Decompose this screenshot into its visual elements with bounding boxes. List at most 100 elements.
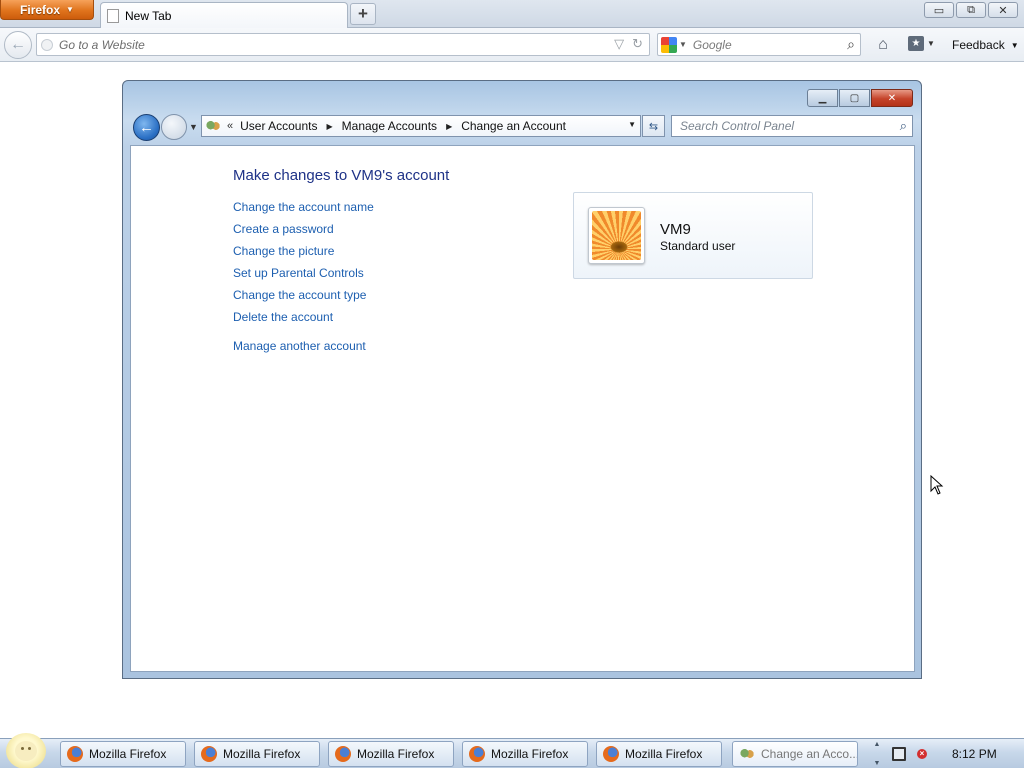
create-password-link[interactable]: Create a password	[233, 222, 374, 244]
chevron-right-icon[interactable]: ▶	[446, 122, 452, 131]
firefox-icon	[603, 746, 619, 762]
manage-another-account-link[interactable]: Manage another account	[233, 339, 366, 353]
taskbar-item-change-account[interactable]: Change an Acco...	[732, 741, 858, 767]
taskbar-scroll[interactable]: ▲ ▼	[872, 741, 882, 767]
globe-icon	[41, 38, 53, 51]
change-account-name-link[interactable]: Change the account name	[233, 200, 374, 222]
breadcrumb-manage-accounts[interactable]: Manage Accounts	[342, 119, 437, 133]
maximize-icon: ▢	[849, 92, 860, 104]
muted-icon: ×	[917, 749, 927, 759]
start-orb-icon	[15, 741, 37, 761]
recent-pages-dropdown[interactable]: ▼	[189, 122, 198, 132]
restore-button[interactable]: ⧉	[956, 2, 986, 18]
taskbar-item-label: Mozilla Firefox	[223, 747, 301, 761]
flower-icon	[592, 211, 641, 260]
taskbar: Mozilla Firefox Mozilla Firefox Mozilla …	[0, 733, 1024, 768]
taskbar-item-firefox[interactable]: Mozilla Firefox	[596, 741, 722, 767]
account-name: VM9	[660, 221, 691, 238]
taskbar-item-label: Change an Acco...	[761, 747, 858, 761]
search-icon[interactable]: ⌕	[847, 36, 855, 53]
feedback-label: Feedback	[952, 38, 1005, 52]
chevron-down-icon[interactable]: ▼	[679, 40, 687, 49]
breadcrumb-change-account[interactable]: Change an Account	[461, 119, 566, 133]
restore-icon: ⧉	[967, 3, 975, 16]
breadcrumb-user-accounts[interactable]: User Accounts	[240, 119, 317, 133]
clock[interactable]: 8:12 PM	[952, 747, 997, 761]
firefox-icon	[201, 746, 217, 762]
refresh-button[interactable]: ⇆	[642, 115, 665, 137]
close-icon: ✕	[887, 92, 897, 104]
breadcrumb-overflow[interactable]: «	[227, 120, 233, 132]
browser-title-bar: Firefox ▼ New Tab + ▭ ⧉ ✕	[0, 0, 1024, 28]
tab-title: New Tab	[125, 8, 172, 23]
taskbar-item-firefox[interactable]: Mozilla Firefox	[60, 741, 186, 767]
close-button[interactable]: ✕	[871, 89, 913, 107]
firefox-icon	[469, 746, 485, 762]
bookmarks-button[interactable]: ★ ▼	[908, 36, 935, 51]
change-picture-link[interactable]: Change the picture	[233, 244, 374, 266]
control-panel-search-input[interactable]: Search Control Panel ⌕	[671, 115, 913, 137]
control-panel-icon	[739, 746, 755, 762]
content-pane: Make changes to VM9's account Change the…	[130, 145, 915, 672]
change-account-type-link[interactable]: Change the account type	[233, 288, 374, 310]
chevron-down-icon[interactable]: ▼	[628, 120, 636, 129]
refresh-icon: ⇆	[648, 120, 659, 133]
parental-controls-link[interactable]: Set up Parental Controls	[233, 266, 374, 288]
chevron-right-icon[interactable]: ▶	[327, 122, 333, 131]
history-dropdown-icon[interactable]: ▽	[614, 36, 624, 52]
account-picture	[588, 207, 645, 264]
taskbar-item-firefox[interactable]: Mozilla Firefox	[462, 741, 588, 767]
taskbar-item-label: Mozilla Firefox	[357, 747, 435, 761]
taskbar-item-label: Mozilla Firefox	[491, 747, 569, 761]
back-arrow-icon: ←	[139, 119, 154, 136]
url-placeholder: Go to a Website	[59, 37, 145, 52]
close-icon: ✕	[998, 4, 1008, 17]
delete-account-link[interactable]: Delete the account	[233, 310, 374, 332]
firefox-icon	[335, 746, 351, 762]
back-arrow-icon: ←	[10, 36, 26, 53]
minimize-icon: ▁	[818, 92, 827, 104]
back-button[interactable]: ←	[4, 31, 32, 59]
reload-icon[interactable]: ↻	[632, 36, 643, 52]
tab-new-tab[interactable]: New Tab	[100, 2, 348, 28]
maximize-button[interactable]: ▢	[839, 89, 870, 107]
google-icon[interactable]	[661, 36, 677, 53]
new-tab-button[interactable]: +	[350, 3, 376, 25]
chevron-down-icon: ▼	[66, 5, 74, 14]
taskbar-item-firefox[interactable]: Mozilla Firefox	[328, 741, 454, 767]
network-icon[interactable]	[892, 747, 906, 761]
minimize-icon: ▭	[933, 4, 945, 17]
browser-nav-bar: ← Go to a Website ▽ ↻ ▼ Google ⌕ ⌂ ★ ▼ F…	[0, 28, 1024, 62]
chevron-up-icon[interactable]: ▲	[874, 741, 881, 748]
address-bar[interactable]: « User Accounts ▶ Manage Accounts ▶ Chan…	[201, 115, 641, 137]
forward-button[interactable]	[161, 114, 187, 140]
close-button[interactable]: ✕	[988, 2, 1018, 18]
start-button[interactable]	[6, 733, 46, 768]
minimize-button[interactable]: ▁	[807, 89, 838, 107]
search-icon[interactable]: ⌕	[900, 118, 907, 134]
search-input[interactable]: ▼ Google ⌕	[657, 33, 861, 56]
chevron-down-icon[interactable]: ▼	[874, 760, 881, 767]
mouse-cursor-icon	[930, 475, 944, 495]
star-icon: ★	[908, 36, 924, 51]
task-list: Change the account name Create a passwor…	[233, 200, 374, 332]
chevron-down-icon: ▼	[927, 39, 935, 48]
firefox-menu-button[interactable]: Firefox ▼	[0, 0, 94, 20]
taskbar-item-label: Mozilla Firefox	[89, 747, 167, 761]
firefox-icon	[67, 746, 83, 762]
home-icon[interactable]: ⌂	[872, 35, 894, 55]
control-panel-icon	[205, 118, 221, 134]
minimize-button[interactable]: ▭	[924, 2, 954, 18]
volume-icon[interactable]: ×	[914, 746, 930, 762]
back-button[interactable]: ←	[133, 114, 160, 141]
taskbar-item-label: Mozilla Firefox	[625, 747, 703, 761]
browser-window-controls: ▭ ⧉ ✕	[924, 2, 1018, 18]
window-controls: ▁ ▢ ✕	[807, 89, 913, 107]
firefox-menu-label: Firefox	[20, 2, 61, 17]
url-bar[interactable]: Go to a Website ▽ ↻	[36, 33, 650, 56]
account-type: Standard user	[660, 239, 736, 253]
account-card: VM9 Standard user	[573, 192, 813, 279]
search-placeholder: Search Control Panel	[680, 119, 795, 133]
taskbar-item-firefox[interactable]: Mozilla Firefox	[194, 741, 320, 767]
feedback-button[interactable]: Feedback ▼	[952, 38, 1019, 52]
